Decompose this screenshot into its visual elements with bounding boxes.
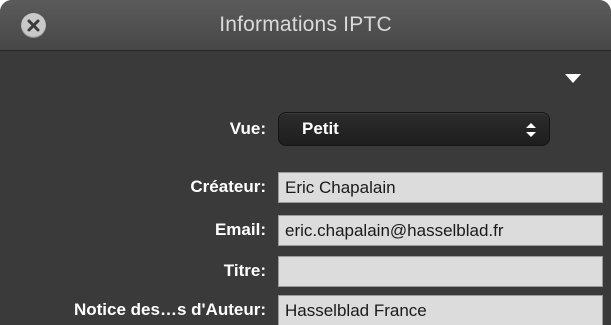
view-popup-button[interactable]: Petit bbox=[278, 112, 550, 146]
title-label: Titre: bbox=[223, 261, 266, 280]
title-field[interactable] bbox=[278, 256, 603, 287]
email-field[interactable]: eric.chapalain@hasselblad.fr bbox=[278, 215, 603, 246]
triangle-down-icon[interactable] bbox=[563, 71, 583, 85]
close-icon bbox=[27, 19, 40, 32]
copyright-notice-label: Notice des…s d'Auteur: bbox=[73, 300, 266, 319]
window-title: Informations IPTC bbox=[219, 13, 392, 36]
up-down-arrows-icon bbox=[526, 123, 536, 137]
copyright-notice-field[interactable]: Hasselblad France bbox=[278, 295, 603, 325]
iptc-info-panel: Informations IPTC Vue: Petit Créateur: E… bbox=[0, 0, 611, 325]
close-button[interactable] bbox=[21, 13, 46, 38]
title-bar: Informations IPTC bbox=[0, 0, 611, 51]
view-popup-value: Petit bbox=[302, 119, 339, 138]
view-label: Vue: bbox=[229, 119, 266, 138]
creator-label: Créateur: bbox=[190, 177, 266, 196]
email-label: Email: bbox=[214, 220, 266, 239]
creator-field[interactable]: Eric Chapalain bbox=[278, 172, 603, 203]
